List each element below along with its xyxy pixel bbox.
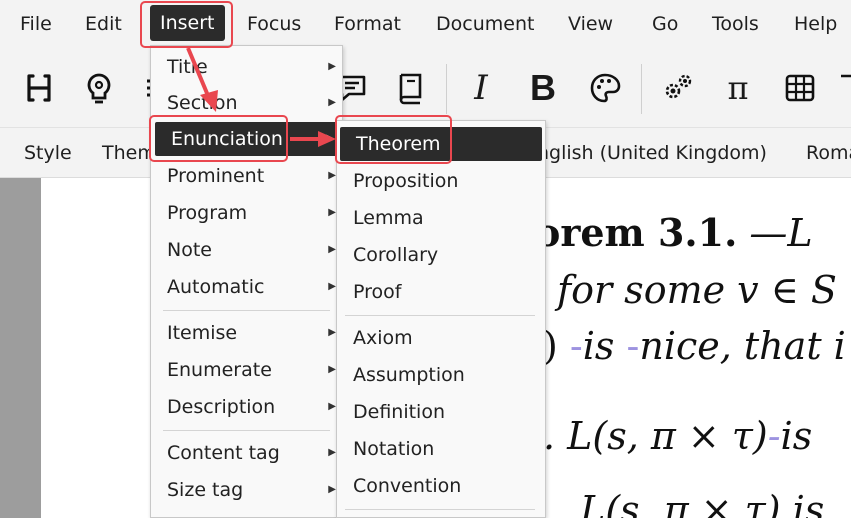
math-line-4: . L(s, π × τ)-is (543, 414, 813, 458)
left-gutter (0, 178, 41, 518)
math-line-2: for some v ∈ S (557, 268, 837, 312)
toolbar-separator (446, 64, 447, 114)
submenu-item-theorem[interactable]: Theorem (340, 127, 542, 161)
toolbar: I B π (0, 48, 851, 128)
menu-go[interactable]: Go (652, 11, 678, 37)
menu-edit[interactable]: Edit (85, 11, 122, 37)
submenu-item-notation[interactable]: Notation (337, 432, 545, 466)
insert-menu: Title ▶ Section ▶ Enunciation ▶ Prominent ▶ … (150, 45, 343, 518)
gears-icon[interactable] (660, 68, 696, 108)
table-icon[interactable] (782, 68, 818, 108)
pi-icon[interactable]: π (720, 68, 756, 108)
menu-item-itemise[interactable]: Itemise ▶ (151, 316, 342, 350)
menu-item-enumerate[interactable]: Enumerate ▶ (151, 353, 342, 387)
menu-item-content-tag[interactable]: Content tag ▶ (151, 436, 342, 470)
menu-format[interactable]: Format (334, 11, 401, 37)
menu-item-description[interactable]: Description ▶ (151, 390, 342, 424)
math-line-3: ) -is -nice, that i (543, 324, 846, 368)
more-icon[interactable] (838, 68, 851, 108)
menu-separator (163, 310, 330, 311)
theorem-heading: orem 3.1. —L (535, 210, 813, 255)
submenu-item-proof[interactable]: Proof (337, 275, 545, 309)
theorem-number: orem 3.1. (535, 210, 738, 255)
menu-view[interactable]: View (568, 11, 613, 37)
italic-icon[interactable]: I (463, 68, 499, 108)
language-selector[interactable]: nglish (United Kingdom) (537, 140, 767, 166)
menu-item-prominent[interactable]: Prominent ▶ (151, 159, 342, 193)
menubar: File Edit Insert Focus Format Document V… (0, 0, 851, 48)
palette-icon[interactable] (587, 68, 623, 108)
bold-icon[interactable]: B (525, 67, 561, 108)
word-is: is (582, 324, 615, 368)
submenu-item-corollary[interactable]: Corollary (337, 238, 545, 272)
menu-focus[interactable]: Focus (247, 11, 301, 37)
submenu-item-definition[interactable]: Definition (337, 395, 545, 429)
lightbulb-icon[interactable] (81, 68, 117, 108)
menu-item-section[interactable]: Section ▶ (151, 86, 342, 120)
submenu-item-lemma[interactable]: Lemma (337, 201, 545, 235)
heading-icon[interactable] (21, 68, 57, 108)
menu-item-program[interactable]: Program ▶ (151, 196, 342, 230)
phrase-nice: nice, that i (639, 324, 846, 368)
menu-item-enunciation[interactable]: Enunciation ▶ (155, 122, 340, 156)
math-line-5: L(s, π × τ) is (580, 488, 825, 518)
menu-insert[interactable]: Insert (150, 5, 225, 41)
submenu-item-axiom[interactable]: Axiom (337, 321, 545, 355)
menu-help[interactable]: Help (794, 11, 837, 37)
style-selector[interactable]: Style (24, 140, 72, 166)
menu-item-size-tag[interactable]: Size tag ▶ (151, 473, 342, 507)
formula-l: . L(s, π × τ) (543, 414, 768, 458)
submenu-item-assumption[interactable]: Assumption (337, 358, 545, 392)
font-selector[interactable]: Roma (806, 140, 851, 166)
toolbar-separator (641, 64, 642, 114)
menu-tools[interactable]: Tools (712, 11, 759, 37)
menu-item-automatic[interactable]: Automatic ▶ (151, 270, 342, 304)
menu-item-title[interactable]: Title ▶ (151, 50, 342, 84)
theme-selector[interactable]: Them (102, 140, 156, 166)
enunciation-submenu: Theorem Proposition Lemma Corollary Proo… (336, 120, 546, 518)
menu-item-note[interactable]: Note ▶ (151, 233, 342, 267)
menu-separator (163, 430, 330, 431)
submenu-item-proposition[interactable]: Proposition (337, 164, 545, 198)
submenu-separator (345, 315, 535, 316)
book-icon[interactable] (392, 68, 428, 108)
word-is-2: is (780, 414, 813, 458)
menu-file[interactable]: File (20, 11, 52, 37)
theorem-intro: —L (737, 211, 813, 255)
submenu-item-convention[interactable]: Convention (337, 469, 545, 503)
menu-document[interactable]: Document (436, 11, 534, 37)
submenu-separator (345, 509, 535, 510)
